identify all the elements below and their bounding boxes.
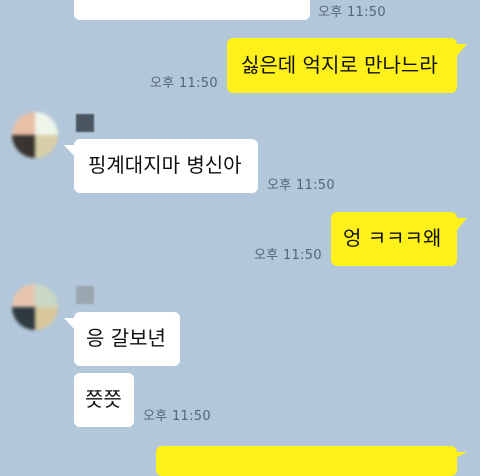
message-time: 오후 11:50 — [150, 76, 218, 91]
chat-room: 오후 11:50 오후 11:50 싫은데 억지로 만나느라 핑계대지마 병신아… — [0, 0, 480, 476]
message-bubble-incoming[interactable]: 핑계대지마 병신아 — [74, 139, 258, 193]
message-text: 싫은데 억지로 만나느라 — [241, 53, 438, 77]
bubble-tail — [457, 218, 467, 230]
message-bubble-incoming[interactable]: 쯧쯧 — [74, 373, 134, 427]
avatar-pixel — [35, 135, 58, 158]
message-time: 오후 11:50 — [318, 5, 386, 20]
message-bubble-outgoing[interactable] — [156, 446, 457, 476]
message-bubble-incoming[interactable] — [74, 0, 310, 20]
bubble-tail — [457, 452, 467, 457]
message-bubble-incoming[interactable]: 응 갈보년 — [74, 312, 180, 366]
avatar-pixel — [35, 307, 58, 330]
avatar-pixel — [12, 135, 35, 158]
message-time: 오후 11:50 — [254, 248, 322, 263]
bubble-tail — [457, 44, 467, 56]
message-time: 오후 11:50 — [267, 178, 335, 193]
message-text: 핑계대지마 병신아 — [88, 153, 242, 177]
blurred-nickname-icon — [76, 286, 94, 304]
blurred-nickname-icon — [76, 114, 94, 132]
message-text: 응 갈보년 — [86, 326, 166, 350]
avatar-pixel — [12, 284, 35, 307]
avatar-pixel — [35, 112, 58, 135]
avatar[interactable] — [12, 284, 58, 330]
message-text: 쯧쯧 — [85, 387, 122, 411]
message-time: 오후 11:50 — [143, 409, 211, 424]
message-bubble-outgoing[interactable]: 싫은데 억지로 만나느라 — [227, 38, 457, 93]
avatar-pixel — [35, 284, 58, 307]
avatar[interactable] — [12, 112, 58, 158]
avatar-pixel — [12, 307, 35, 330]
message-text: 엉 ㅋㅋㅋ왜 — [343, 226, 442, 250]
message-bubble-outgoing[interactable]: 엉 ㅋㅋㅋ왜 — [331, 212, 457, 266]
avatar-pixel — [12, 112, 35, 135]
